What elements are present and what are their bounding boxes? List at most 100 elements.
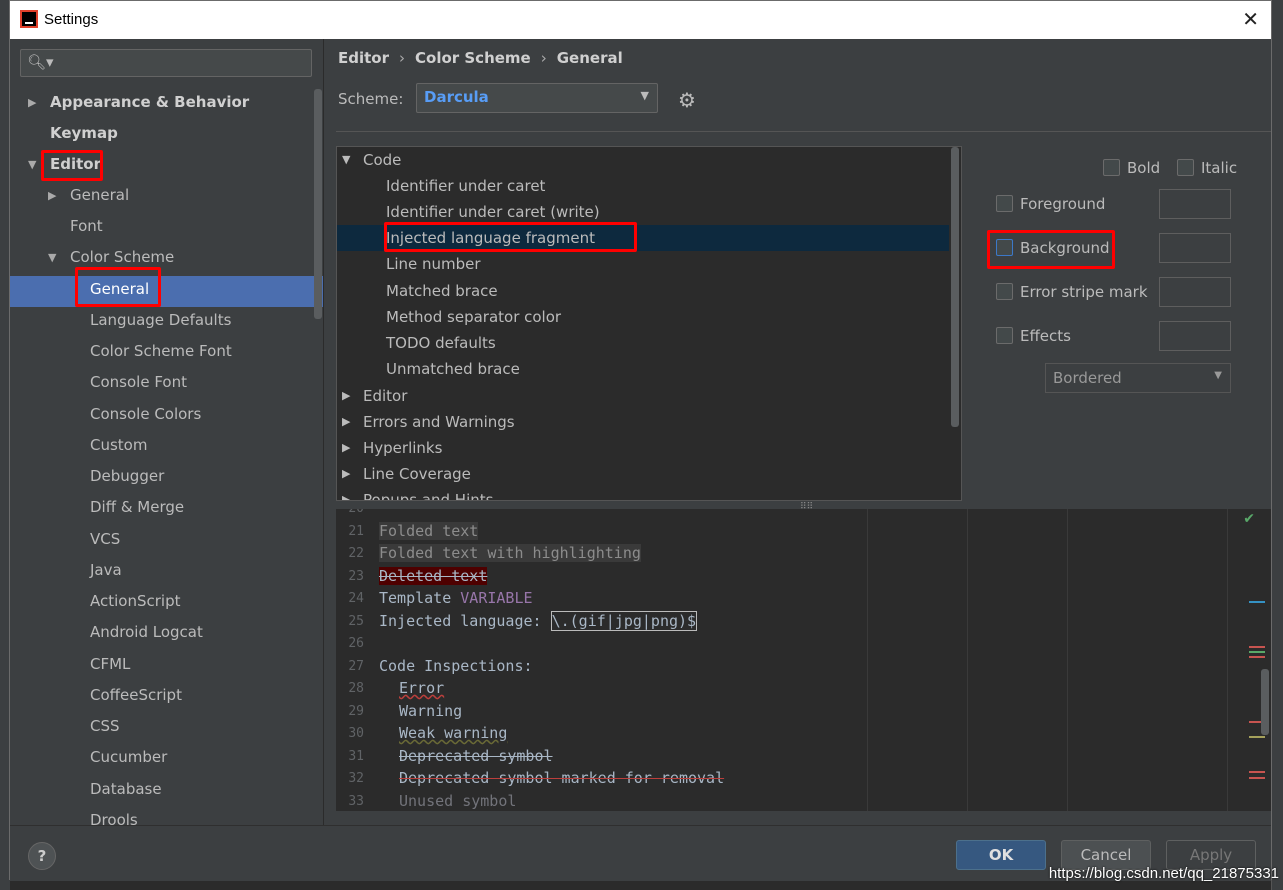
sidebar-item-language-defaults[interactable]: Language Defaults xyxy=(90,305,231,336)
expand-arrow-icon[interactable]: ▶ xyxy=(342,383,350,409)
list-item-group[interactable]: ▶ Popups and Hints xyxy=(337,487,949,500)
code-preview-editor[interactable]: 20 21 Folded text 22 Folded text with hi… xyxy=(336,509,1271,811)
list-scrollbar[interactable] xyxy=(951,147,959,427)
line-number: 28 xyxy=(348,681,364,696)
sidebar-item-cucumber[interactable]: Cucumber xyxy=(90,742,167,773)
list-item[interactable]: Matched brace xyxy=(337,278,949,304)
sidebar-item-editor-general[interactable]: ▶ General xyxy=(48,180,129,211)
gear-icon[interactable]: ⚙ xyxy=(678,88,696,112)
breadcrumb-item[interactable]: Color Scheme xyxy=(415,49,531,67)
watermark: https://blog.csdn.net/qq_21875331 xyxy=(1048,865,1279,882)
stripe-mark[interactable] xyxy=(1249,736,1265,738)
list-item-selected[interactable]: Injected language fragment xyxy=(337,225,949,251)
sidebar-item-css[interactable]: CSS xyxy=(90,711,120,742)
expand-arrow-icon[interactable]: ▶ xyxy=(342,461,350,487)
list-item[interactable]: Unmatched brace xyxy=(337,356,949,382)
effects-color-swatch[interactable] xyxy=(1159,321,1231,351)
sidebar-item-color-scheme[interactable]: ▼ Color Scheme xyxy=(48,242,174,273)
sidebar-item-diff-merge[interactable]: Diff & Merge xyxy=(90,492,184,523)
effects-checkbox[interactable] xyxy=(996,327,1013,344)
sidebar-item-color-scheme-general[interactable]: General xyxy=(90,274,149,305)
italic-checkbox[interactable] xyxy=(1177,159,1194,176)
sidebar-item-android-logcat[interactable]: Android Logcat xyxy=(90,617,203,648)
breadcrumb-item[interactable]: Editor xyxy=(338,49,389,67)
list-item-label: Unmatched brace xyxy=(386,360,520,378)
list-item-label: Hyperlinks xyxy=(363,439,443,457)
sidebar-item-console-colors[interactable]: Console Colors xyxy=(90,399,201,430)
close-icon[interactable]: ✕ xyxy=(1242,7,1259,32)
list-item[interactable]: Line number xyxy=(337,251,949,277)
sidebar-item-actionscript[interactable]: ActionScript xyxy=(90,586,180,617)
sidebar-item-console-font[interactable]: Console Font xyxy=(90,367,187,398)
breadcrumb-item[interactable]: General xyxy=(557,49,623,67)
sidebar-item-drools[interactable]: Drools xyxy=(90,805,138,825)
chevron-down-icon: ▼ xyxy=(640,89,649,102)
intellij-app-icon xyxy=(20,10,38,28)
line-number: 29 xyxy=(348,704,364,719)
scheme-dropdown[interactable]: Darcula ▼ xyxy=(416,83,658,113)
stripe-mark[interactable] xyxy=(1249,601,1265,603)
sidebar-item-keymap[interactable]: Keymap xyxy=(50,118,118,149)
chevron-down-icon: ▼ xyxy=(1214,370,1222,381)
sidebar-item-editor[interactable]: ▼ Editor xyxy=(28,149,101,180)
sidebar-item-font[interactable]: Font xyxy=(70,211,103,242)
error-stripe-color-swatch[interactable] xyxy=(1159,277,1231,307)
sidebar-item-coffeescript[interactable]: CoffeeScript xyxy=(90,680,182,711)
list-item-group[interactable]: ▶ Editor xyxy=(337,383,949,409)
help-button[interactable]: ? xyxy=(28,842,56,870)
inspection-ok-icon[interactable]: ✔ xyxy=(1243,511,1255,527)
collapse-arrow-icon[interactable]: ▼ xyxy=(48,242,56,273)
sidebar-item-custom[interactable]: Custom xyxy=(90,430,147,461)
sidebar-item-label: Language Defaults xyxy=(90,311,232,329)
effect-type-dropdown[interactable]: Bordered ▼ xyxy=(1045,363,1231,393)
editor-scrollbar[interactable] xyxy=(1261,669,1269,735)
stripe-mark[interactable] xyxy=(1249,651,1265,653)
expand-arrow-icon[interactable]: ▶ xyxy=(342,435,350,461)
list-item-group[interactable]: ▶ Line Coverage xyxy=(337,461,949,487)
stripe-mark[interactable] xyxy=(1249,771,1265,773)
sidebar-item-appearance[interactable]: ▶ Appearance & Behavior xyxy=(28,87,249,118)
background-checkbox[interactable] xyxy=(996,239,1013,256)
background-color-swatch[interactable] xyxy=(1159,233,1231,263)
sidebar-item-label: Android Logcat xyxy=(90,623,203,641)
list-item[interactable]: Identifier under caret (write) xyxy=(337,199,949,225)
collapse-arrow-icon[interactable]: ▼ xyxy=(28,149,36,180)
list-item[interactable]: Method separator color xyxy=(337,304,949,330)
sidebar-item-label: Color Scheme Font xyxy=(90,342,232,360)
error-stripe-checkbox[interactable] xyxy=(996,283,1013,300)
list-item-group[interactable]: ▶ Errors and Warnings xyxy=(337,409,949,435)
bold-checkbox[interactable] xyxy=(1103,159,1120,176)
stripe-mark[interactable] xyxy=(1249,656,1265,658)
stripe-mark[interactable] xyxy=(1249,777,1265,779)
expand-arrow-icon[interactable]: ▶ xyxy=(342,409,350,435)
indent-guide xyxy=(867,509,868,811)
sidebar-item-label: CFML xyxy=(90,655,131,673)
line-number: 20 xyxy=(336,509,364,516)
list-item-label: Identifier under caret (write) xyxy=(386,203,600,221)
expand-arrow-icon[interactable]: ▶ xyxy=(28,87,36,118)
sidebar-item-database[interactable]: Database xyxy=(90,774,162,805)
collapse-arrow-icon[interactable]: ▼ xyxy=(342,147,350,173)
sidebar-item-java[interactable]: Java xyxy=(90,555,122,586)
foreground-color-swatch[interactable] xyxy=(1159,189,1231,219)
expand-arrow-icon[interactable]: ▶ xyxy=(342,487,350,500)
sidebar-item-label: Font xyxy=(70,217,103,235)
ok-button[interactable]: OK xyxy=(956,840,1046,870)
sidebar-item-color-scheme-font[interactable]: Color Scheme Font xyxy=(90,336,232,367)
list-item[interactable]: TODO defaults xyxy=(337,330,949,356)
sidebar-item-debugger[interactable]: Debugger xyxy=(90,461,164,492)
line-number: 32 xyxy=(348,771,364,786)
list-item-group[interactable]: ▶ Hyperlinks xyxy=(337,435,949,461)
sidebar-item-label: Cucumber xyxy=(90,748,168,766)
search-input[interactable]: 🔍︎▾ xyxy=(20,49,312,77)
sidebar-scrollbar[interactable] xyxy=(314,89,322,319)
expand-arrow-icon[interactable]: ▶ xyxy=(48,180,56,211)
list-item[interactable]: Identifier under caret xyxy=(337,173,949,199)
sidebar-item-vcs[interactable]: VCS xyxy=(90,524,120,555)
sidebar-item-cfml[interactable]: CFML xyxy=(90,649,130,680)
stripe-mark[interactable] xyxy=(1249,646,1265,648)
indent-guide xyxy=(1227,509,1228,811)
list-item-label: Editor xyxy=(363,387,408,405)
list-item-code[interactable]: ▼ Code xyxy=(337,147,949,173)
foreground-checkbox[interactable] xyxy=(996,195,1013,212)
